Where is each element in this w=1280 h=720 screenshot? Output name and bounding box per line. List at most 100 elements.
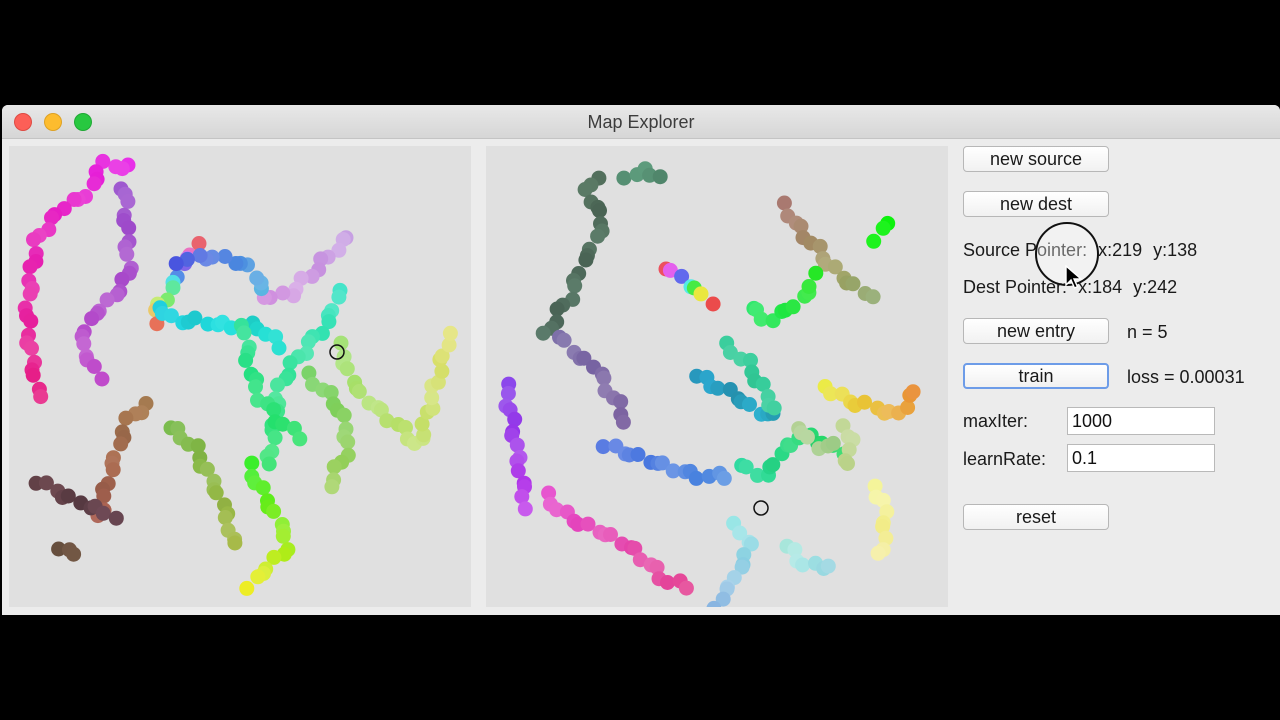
map-point <box>271 340 287 356</box>
map-point <box>236 325 252 341</box>
map-point <box>108 159 124 175</box>
map-point <box>270 377 285 393</box>
map-point <box>113 436 129 452</box>
map-point <box>217 510 233 525</box>
map-point <box>95 505 111 521</box>
map-point <box>239 580 255 596</box>
map-point <box>261 456 277 472</box>
map-point <box>23 313 39 329</box>
map-point <box>678 580 694 596</box>
entry-count: n = 5 <box>1127 322 1168 342</box>
map-point <box>840 456 855 471</box>
map-point <box>351 384 367 399</box>
source-pointer-label: Source Pointer: <box>963 240 1088 260</box>
dest-map-plot[interactable] <box>486 146 948 607</box>
map-point <box>613 394 629 410</box>
map-point <box>249 270 265 286</box>
map-point <box>292 431 308 447</box>
map-point <box>509 437 525 453</box>
map-point <box>86 359 102 374</box>
map-point <box>766 400 782 416</box>
map-point <box>716 470 732 486</box>
map-point <box>801 279 817 294</box>
map-point <box>324 479 340 495</box>
map-point <box>25 367 41 383</box>
map-point <box>795 557 811 573</box>
map-point <box>192 248 208 263</box>
dest-map-canvas[interactable] <box>486 146 948 607</box>
map-point <box>660 575 675 590</box>
map-point <box>339 361 355 377</box>
map-point <box>187 310 203 326</box>
map-point <box>24 340 39 356</box>
new-dest-button[interactable]: new dest <box>963 191 1109 217</box>
map-point <box>742 397 757 412</box>
map-point <box>442 325 458 341</box>
map-point <box>121 220 137 236</box>
source-pointer-readout: Source Pointer: x:219 y:138 <box>963 240 1197 261</box>
map-point <box>592 203 607 219</box>
map-point <box>500 386 516 401</box>
map-point <box>84 311 100 327</box>
max-iter-label: maxIter: <box>963 411 1029 431</box>
map-point <box>615 414 631 430</box>
map-point <box>217 249 233 264</box>
map-point <box>333 335 349 351</box>
new-source-button[interactable]: new source <box>963 146 1109 172</box>
source-map-plot[interactable] <box>9 146 471 607</box>
title-bar[interactable]: Map Explorer <box>2 105 1280 139</box>
map-point <box>76 336 92 352</box>
map-point <box>556 332 572 348</box>
learn-rate-input[interactable] <box>1067 444 1215 472</box>
map-point <box>118 410 134 426</box>
map-point <box>33 389 49 405</box>
map-point <box>596 370 612 386</box>
map-point <box>86 176 102 192</box>
map-point <box>507 411 523 427</box>
max-iter-input[interactable] <box>1067 407 1215 435</box>
dest-pointer-x: x:184 <box>1078 277 1123 297</box>
dest-pointer-y: y:242 <box>1133 277 1178 297</box>
map-point <box>630 447 646 462</box>
map-point <box>244 455 260 471</box>
map-point <box>266 503 282 519</box>
reset-button[interactable]: reset <box>963 504 1109 530</box>
map-point <box>255 480 271 496</box>
map-point <box>517 501 533 517</box>
source-map-canvas[interactable] <box>9 146 471 607</box>
map-point <box>705 296 721 312</box>
map-point <box>26 232 41 248</box>
map-point <box>336 407 352 423</box>
map-point <box>66 546 82 562</box>
train-button[interactable]: train <box>963 363 1109 389</box>
source-pointer-x: x:219 <box>1098 240 1143 260</box>
map-point <box>870 545 886 561</box>
map-point <box>22 259 38 275</box>
source-pointer-y: y:138 <box>1153 240 1198 260</box>
loss-readout: loss = 0.00031 <box>1127 367 1245 387</box>
map-point <box>799 429 815 445</box>
map-point <box>331 289 347 305</box>
map-point <box>340 434 356 450</box>
map-point <box>578 252 594 268</box>
map-point <box>693 286 709 302</box>
map-point <box>238 352 254 368</box>
map-point <box>567 278 583 294</box>
map-point <box>875 220 891 236</box>
map-point <box>785 299 801 315</box>
dest-pointer-marker <box>753 500 769 516</box>
new-entry-button[interactable]: new entry <box>963 318 1109 344</box>
map-point <box>94 371 110 387</box>
learn-rate-label: learnRate: <box>963 449 1047 469</box>
map-point <box>825 435 841 451</box>
map-point <box>105 462 121 478</box>
map-point <box>866 233 882 249</box>
map-point <box>905 384 921 400</box>
map-point <box>275 528 291 544</box>
map-point <box>227 535 243 551</box>
map-point <box>845 276 861 292</box>
map-point <box>267 430 283 446</box>
window-title: Map Explorer <box>587 112 695 132</box>
map-point <box>820 558 836 574</box>
map-point <box>688 470 704 486</box>
